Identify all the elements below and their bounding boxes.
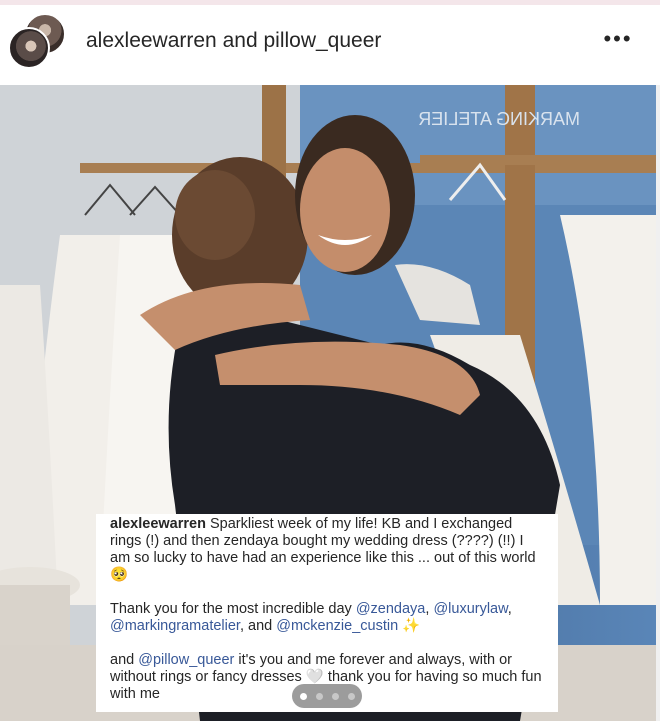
mention-link[interactable]: @mckenzie_custin — [276, 618, 398, 634]
mention-link[interactable]: @markingramatelier — [110, 618, 240, 634]
sparkles-emoji: ✨ — [398, 618, 421, 634]
carousel-dot-active[interactable] — [299, 692, 307, 700]
conjunction: and — [222, 29, 258, 52]
caption-paragraph: Thank you for the most incredible day @z… — [110, 601, 544, 635]
mention-link[interactable]: @zendaya — [356, 601, 426, 617]
username-link[interactable]: pillow_queer — [263, 29, 381, 52]
username-link[interactable]: alexleewarren — [86, 29, 217, 52]
carousel-dot[interactable] — [347, 692, 355, 700]
caption-text: and — [110, 652, 139, 668]
carousel-dot[interactable] — [315, 692, 323, 700]
more-options-button[interactable]: ••• — [598, 27, 638, 55]
mention-link[interactable]: @pillow_queer — [138, 652, 234, 668]
post-header: alexleewarren and pillow_queer ••• — [0, 5, 660, 85]
mention-link[interactable]: @luxurylaw — [433, 601, 507, 617]
collab-avatars[interactable] — [8, 13, 68, 73]
carousel-indicator[interactable] — [292, 684, 362, 708]
caption-text: Thank you for the most incredible day — [110, 601, 356, 617]
frame-edge — [656, 85, 660, 721]
caption-text: , and — [239, 618, 277, 634]
caption-paragraph: alexleewarren Sparkliest week of my life… — [110, 516, 544, 584]
post-caption: alexleewarren Sparkliest week of my life… — [96, 514, 558, 712]
carousel-dot[interactable] — [331, 692, 339, 700]
caption-text: , — [507, 601, 512, 617]
caption-username[interactable]: alexleewarren — [110, 516, 206, 532]
avatar[interactable] — [8, 27, 50, 69]
store-sign: MARKING ATELIER — [418, 109, 580, 129]
post-authors: alexleewarren and pillow_queer — [86, 29, 381, 53]
